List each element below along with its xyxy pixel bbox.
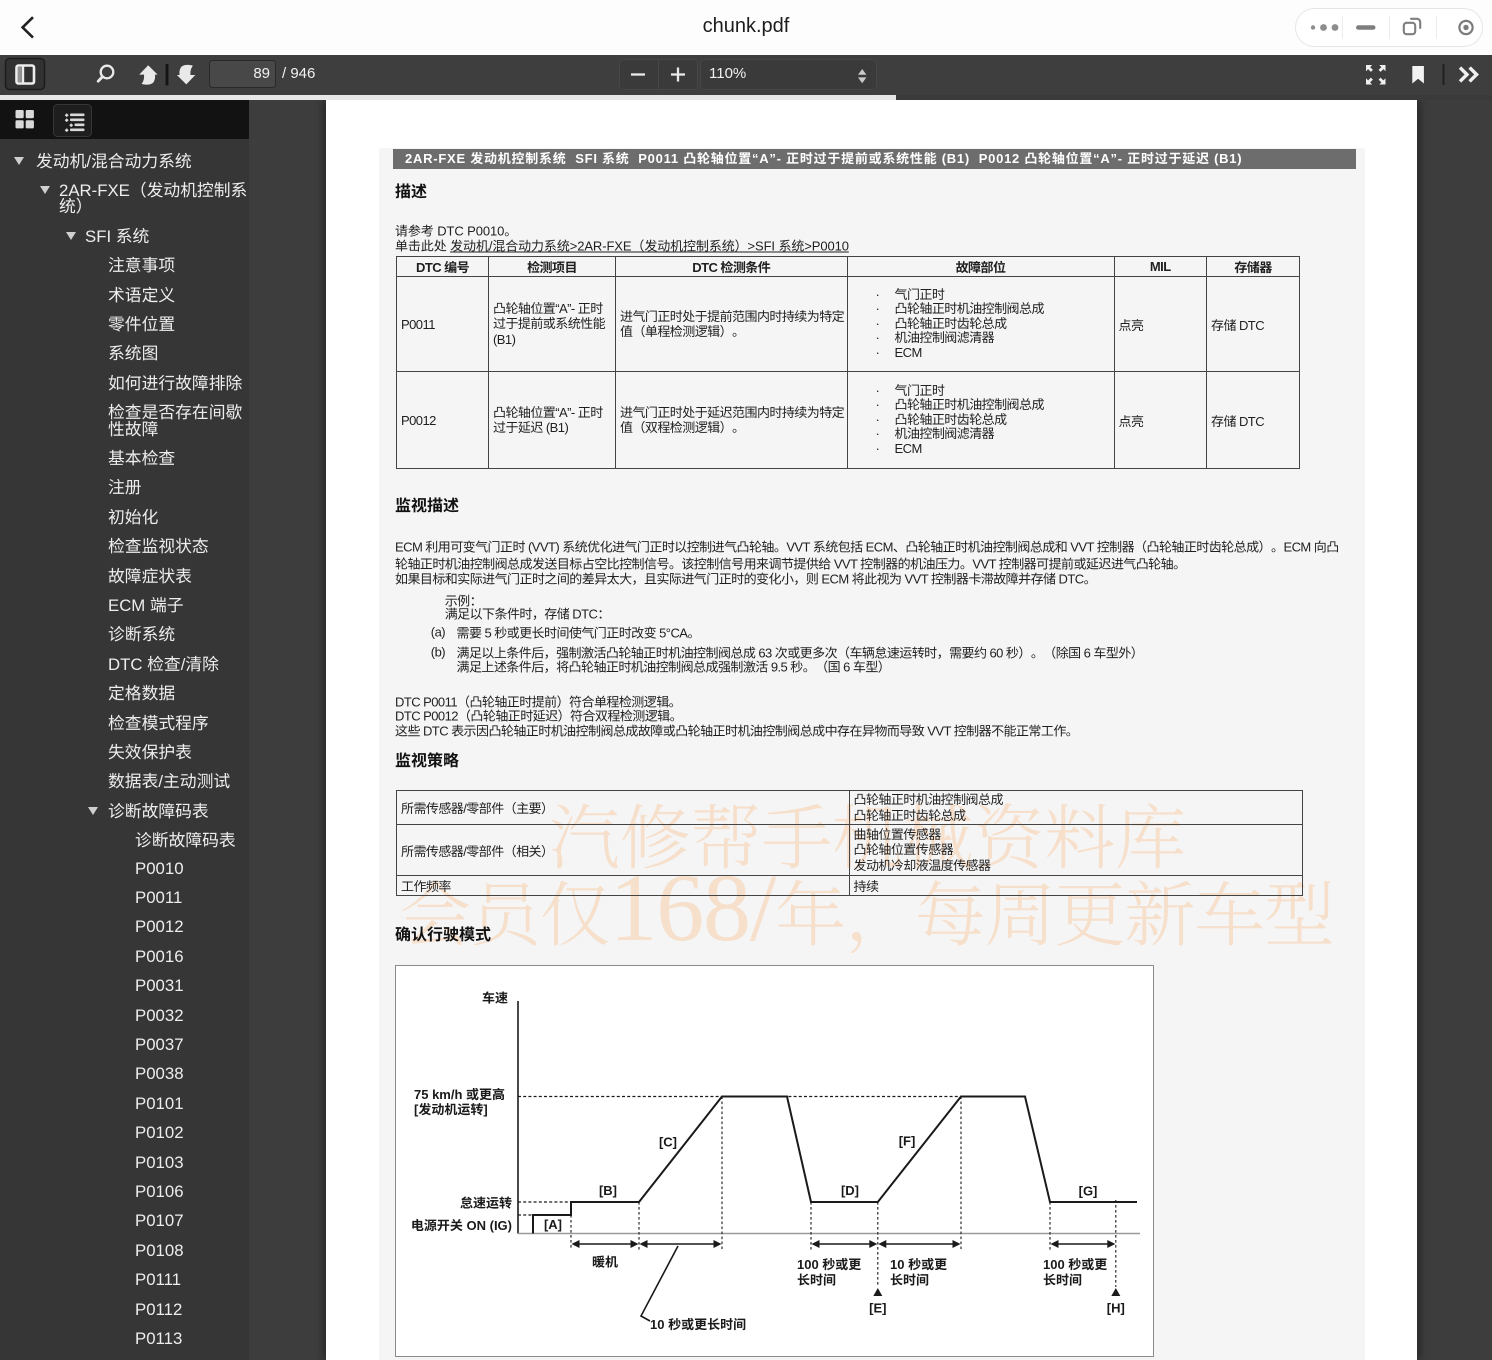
svg-text:暖机: 暖机 (592, 1255, 618, 1270)
svg-text:[G]: [G] (1079, 1184, 1098, 1199)
svg-text:[发动机运转]: [发动机运转] (414, 1102, 488, 1117)
svg-text:长时间: 长时间 (1043, 1273, 1082, 1288)
svg-text:[H]: [H] (1107, 1301, 1125, 1316)
svg-text:[E]: [E] (869, 1301, 886, 1316)
svg-text:怠速运转: 怠速运转 (460, 1196, 512, 1211)
svg-text:[C]: [C] (659, 1135, 677, 1150)
svg-text:[D]: [D] (841, 1183, 859, 1198)
svg-text:10 秒或更长时间: 10 秒或更长时间 (650, 1317, 746, 1332)
svg-text:[F]: [F] (899, 1134, 916, 1149)
svg-text:车速: 车速 (482, 991, 508, 1006)
svg-text:10 秒或更: 10 秒或更 (890, 1257, 947, 1272)
svg-text:[A]: [A] (544, 1217, 562, 1232)
svg-text:[B]: [B] (599, 1183, 617, 1198)
svg-text:长时间: 长时间 (797, 1273, 836, 1288)
svg-text:75 km/h 或更高: 75 km/h 或更高 (414, 1087, 505, 1102)
svg-text:100 秒或更: 100 秒或更 (797, 1257, 861, 1272)
svg-text:电源开关 ON (IG): 电源开关 ON (IG) (411, 1218, 512, 1233)
svg-text:长时间: 长时间 (890, 1273, 929, 1288)
svg-text:100 秒或更: 100 秒或更 (1043, 1257, 1107, 1272)
